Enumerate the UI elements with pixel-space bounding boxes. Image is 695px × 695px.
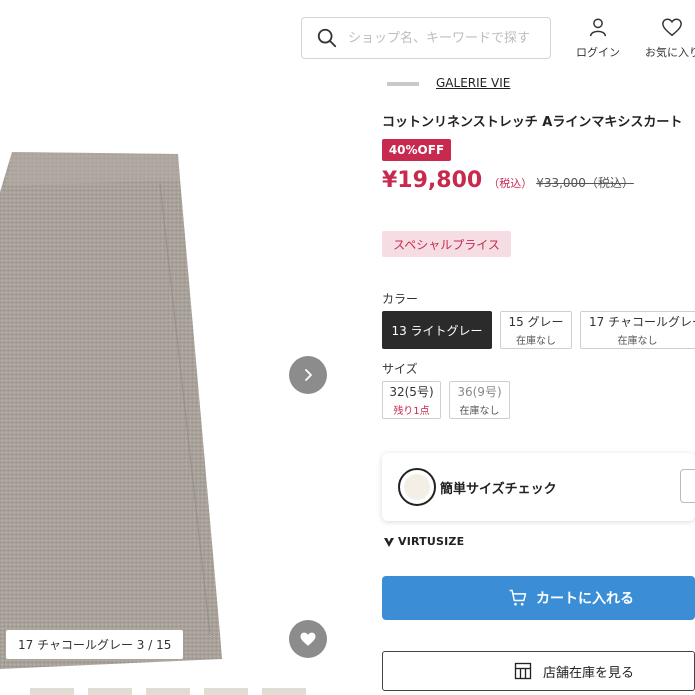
original-price: ¥33,000（税込） — [536, 176, 634, 190]
chevron-right-icon — [305, 369, 312, 381]
virtusize-label: VIRTUSIZE — [398, 535, 465, 548]
special-price-tag: スペシャルプライス — [382, 231, 511, 257]
store-icon — [514, 662, 532, 680]
product-title: コットンリネンストレッチ Aラインマキシスカート — [382, 115, 683, 130]
sale-price: ¥19,800 — [382, 168, 483, 193]
color-option-grey[interactable]: 15 グレー 在庫なし — [500, 311, 572, 349]
discount-badge: 40%OFF — [382, 139, 451, 161]
next-image-button[interactable] — [289, 356, 327, 394]
size-check-button[interactable] — [680, 469, 695, 503]
user-icon — [589, 18, 607, 37]
color-option-label: 13 ライトグレー — [391, 323, 483, 338]
heart-icon — [300, 632, 316, 646]
favorites-button[interactable]: お気に入り — [645, 16, 695, 60]
size-option-label: 32(5号) — [389, 385, 434, 399]
size-option-label: 36(9号) — [457, 385, 502, 399]
login-button[interactable]: ログイン — [576, 16, 620, 60]
thumbnail[interactable] — [30, 688, 74, 695]
stock-status: 在庫なし — [459, 406, 500, 417]
price-tax-note: （税込） — [488, 177, 533, 190]
thumbnail[interactable] — [262, 688, 306, 695]
add-to-cart-label: カートに入れる — [536, 591, 634, 607]
favorites-label: お気に入り — [645, 46, 695, 59]
search-input[interactable] — [348, 30, 543, 46]
size-check-label: 簡単サイズチェック — [440, 482, 557, 497]
stock-status: 在庫なし — [516, 336, 556, 347]
store-stock-button[interactable]: 店舗在庫を見る — [382, 651, 695, 691]
store-stock-label: 店舗在庫を見る — [543, 665, 635, 681]
thumbnail[interactable] — [204, 688, 248, 695]
search-icon — [317, 28, 337, 48]
stock-status: 残り1点 — [393, 406, 430, 417]
add-to-cart-button[interactable]: カートに入れる — [382, 576, 695, 620]
color-option-charcoal-grey[interactable]: 17 チャコールグレー 在庫なし — [580, 311, 695, 349]
brand-logo — [387, 82, 419, 86]
size-option-32[interactable]: 32(5号) 残り1点 — [382, 381, 441, 419]
search-box[interactable] — [301, 17, 551, 59]
thumbnail-strip[interactable] — [30, 688, 345, 695]
product-image-gallery[interactable]: 17 チャコールグレー 3 / 15 — [0, 74, 345, 695]
favorite-image-button[interactable] — [289, 620, 327, 658]
login-label: ログイン — [576, 46, 620, 59]
color-option-label: 17 チャコールグレー — [589, 315, 695, 329]
color-label: カラー — [382, 292, 419, 306]
thumbnail[interactable] — [88, 688, 132, 695]
virtusize-mark-icon — [384, 537, 394, 547]
cart-icon — [509, 589, 527, 606]
size-option-36[interactable]: 36(9号) 在庫なし — [449, 381, 510, 419]
brand-link[interactable]: GALERIE VIE — [436, 76, 510, 90]
thumbnail[interactable] — [146, 688, 190, 695]
price-row: ¥19,800 （税込） ¥33,000（税込） — [382, 168, 634, 193]
heart-icon — [662, 18, 682, 37]
size-check-icon — [398, 468, 436, 506]
size-label: サイズ — [382, 362, 418, 376]
size-check-card[interactable]: 簡単サイズチェック — [382, 453, 695, 521]
stock-status: 在庫なし — [617, 336, 658, 347]
color-option-label: 15 グレー — [508, 315, 564, 329]
image-caption: 17 チャコールグレー 3 / 15 — [6, 630, 184, 659]
virtusize-logo: VIRTUSIZE — [383, 535, 464, 548]
color-option-light-grey[interactable]: 13 ライトグレー — [382, 311, 492, 349]
